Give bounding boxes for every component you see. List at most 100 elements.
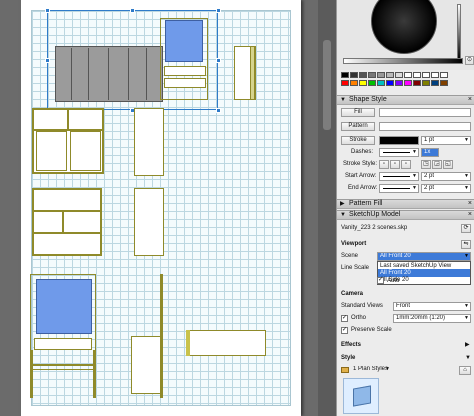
- arrow-sample: [383, 176, 410, 177]
- palette-swatch[interactable]: [359, 80, 367, 86]
- collapse-triangle-icon: ▼: [340, 97, 346, 103]
- refresh-model-icon[interactable]: ⟳: [461, 224, 471, 233]
- start-arrow-label: Start Arrow:: [345, 173, 377, 179]
- palette-swatch[interactable]: [440, 80, 448, 86]
- stroke-join-button[interactable]: ◲: [432, 160, 442, 169]
- palette-swatch[interactable]: [404, 80, 412, 86]
- color-tool-icon[interactable]: ⊙: [465, 56, 474, 65]
- pattern-button[interactable]: Pattern: [341, 122, 375, 131]
- palette-swatch[interactable]: [341, 80, 349, 86]
- pattern-fill-header[interactable]: ▶ Pattern Fill ×: [337, 199, 474, 209]
- scene-select[interactable]: All Front 20 ▼: [377, 252, 471, 261]
- fill-color-well[interactable]: [379, 108, 471, 117]
- palette-swatch[interactable]: [386, 80, 394, 86]
- stroke-cap-button[interactable]: ▫: [379, 160, 389, 169]
- canvas-scrollbar[interactable]: [318, 0, 336, 416]
- ortho-checkbox[interactable]: ✓: [341, 315, 348, 322]
- selection-handle[interactable]: [216, 58, 221, 63]
- scrollbar-thumb[interactable]: [323, 40, 331, 130]
- drawer-face: [34, 338, 92, 350]
- close-icon[interactable]: ×: [468, 96, 472, 104]
- stroke-button[interactable]: Stroke: [341, 136, 375, 145]
- style-thumbnail[interactable]: [343, 378, 379, 414]
- palette-swatch[interactable]: [413, 80, 421, 86]
- drawer-cabinet-front[interactable]: [32, 188, 102, 256]
- line-scale-label: Line Scale: [341, 265, 370, 271]
- palette-swatch[interactable]: [377, 80, 385, 86]
- stroke-join-button[interactable]: ◳: [421, 160, 431, 169]
- palette-swatch[interactable]: [431, 72, 439, 78]
- style-collapse-icon[interactable]: ▼: [465, 354, 471, 362]
- palette-swatch[interactable]: [404, 72, 412, 78]
- stroke-style-label: Stroke Style:: [343, 161, 378, 167]
- style-collection-select[interactable]: 1 Plan Styles ▼: [351, 366, 391, 375]
- close-icon[interactable]: ×: [468, 200, 472, 208]
- door-divider: [146, 48, 147, 100]
- palette-swatch[interactable]: [341, 72, 349, 78]
- standard-views-value: Front: [396, 303, 411, 309]
- stroke-cap-button[interactable]: ▫: [401, 160, 411, 169]
- palette-swatch[interactable]: [350, 72, 358, 78]
- end-arrow-size-value: 2 pt: [424, 185, 435, 191]
- preserve-scale-checkbox[interactable]: ✓: [341, 327, 348, 334]
- palette-swatch[interactable]: [413, 72, 421, 78]
- start-arrow-select[interactable]: ▼: [379, 172, 419, 181]
- auto-label: Auto: [387, 278, 400, 284]
- end-arrow-select[interactable]: ▼: [379, 184, 419, 193]
- shape-style-header[interactable]: ▼ Shape Style ×: [337, 95, 474, 105]
- start-arrow-size-value: 2 pt: [424, 173, 435, 179]
- stroke-cap-button[interactable]: ▫: [390, 160, 400, 169]
- pattern-well[interactable]: [379, 122, 471, 131]
- side-upright: [250, 46, 255, 100]
- sketchup-model-header[interactable]: ▼ SketchUp Model ×: [337, 210, 474, 220]
- start-arrow-size-select[interactable]: 2 pt ▼: [421, 172, 471, 181]
- palette-swatch[interactable]: [377, 72, 385, 78]
- fill-button[interactable]: Fill: [341, 108, 375, 117]
- palette-swatch[interactable]: [359, 72, 367, 78]
- dash-scale-select[interactable]: 1x: [421, 148, 439, 157]
- drawer-face: [164, 78, 206, 88]
- palette-swatch[interactable]: [395, 72, 403, 78]
- style-label[interactable]: Style: [341, 354, 355, 362]
- effects-label[interactable]: Effects: [341, 341, 361, 349]
- model-file-name: Vanity_223 2 scenes.skp: [341, 225, 408, 231]
- ortho-scale-select[interactable]: 1mm:20mm (1:20) ▼: [393, 314, 471, 323]
- effects-expand-icon[interactable]: ▶: [465, 341, 470, 349]
- mirror-panel: [36, 279, 92, 334]
- link-icon[interactable]: ⇋: [461, 240, 471, 249]
- palette-swatch[interactable]: [395, 80, 403, 86]
- palette-swatch[interactable]: [422, 80, 430, 86]
- style-home-icon[interactable]: ⌂: [459, 366, 471, 375]
- color-wheel-icon[interactable]: [371, 0, 437, 54]
- selection-handle[interactable]: [130, 8, 135, 13]
- close-icon[interactable]: ×: [468, 211, 472, 219]
- palette-swatch[interactable]: [368, 72, 376, 78]
- opacity-slider[interactable]: [343, 58, 463, 64]
- palette-swatch[interactable]: [422, 72, 430, 78]
- auto-checkbox[interactable]: ✓: [377, 277, 384, 284]
- preserve-scale-label: Preserve Scale: [351, 327, 392, 333]
- drawer-cabinet-side[interactable]: [134, 188, 164, 256]
- stroke-join-button[interactable]: ◱: [443, 160, 453, 169]
- door-divider: [71, 48, 72, 100]
- standard-views-select[interactable]: Front ▼: [393, 302, 471, 311]
- selection-handle[interactable]: [45, 8, 50, 13]
- palette-swatch[interactable]: [431, 80, 439, 86]
- dashes-select[interactable]: ▼: [379, 148, 419, 157]
- selection-handle[interactable]: [216, 8, 221, 13]
- palette-swatch[interactable]: [368, 80, 376, 86]
- stroke-weight-select[interactable]: 1 pt ▼: [421, 136, 471, 145]
- drawing-canvas[interactable]: [0, 0, 318, 416]
- brightness-slider[interactable]: [457, 4, 461, 60]
- expand-triangle-icon: ▶: [340, 201, 345, 207]
- color-picker: ⊙: [337, 0, 474, 70]
- palette-swatch[interactable]: [386, 72, 394, 78]
- vanity-plan-view[interactable]: [186, 330, 266, 356]
- end-arrow-size-select[interactable]: 2 pt ▼: [421, 184, 471, 193]
- palette-swatch[interactable]: [440, 72, 448, 78]
- palette-swatch[interactable]: [350, 80, 358, 86]
- selection-handle[interactable]: [216, 108, 221, 113]
- selection-handle[interactable]: [45, 58, 50, 63]
- upper-cabinet-side[interactable]: [134, 108, 164, 176]
- stroke-color-well[interactable]: [379, 136, 419, 145]
